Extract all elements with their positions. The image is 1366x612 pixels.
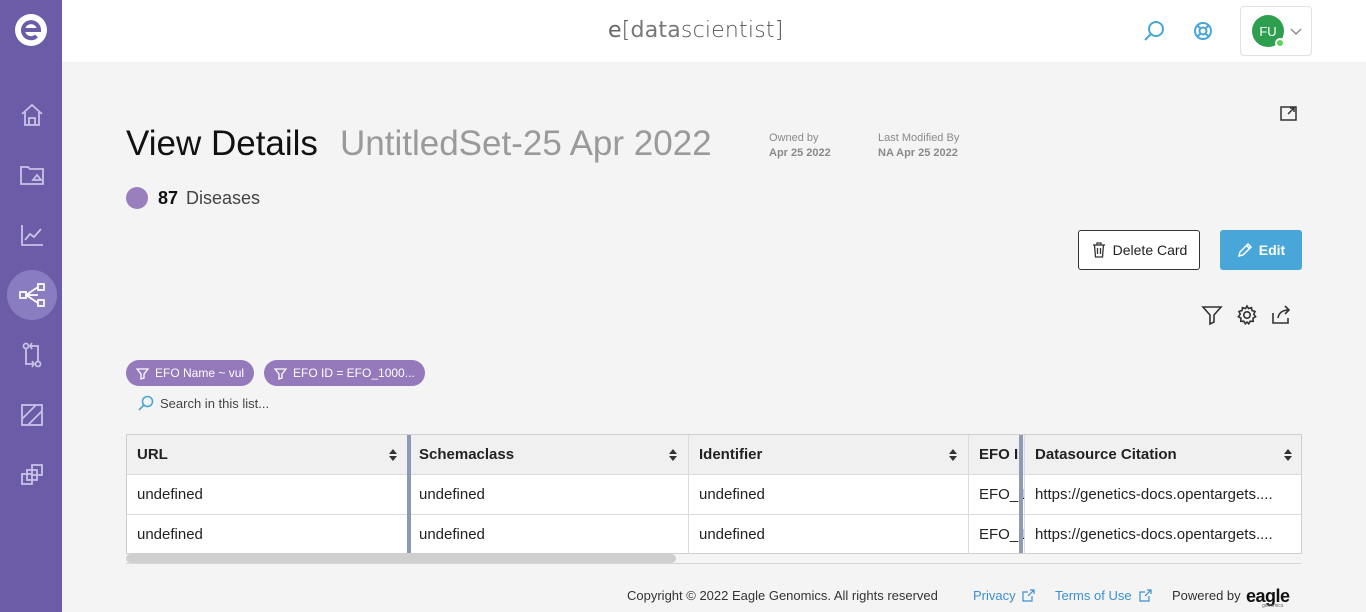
entity-color-dot (126, 187, 148, 209)
table-cell: https://genetics-docs.opentargets.... (1025, 515, 1301, 553)
sidebar-item-library[interactable] (7, 390, 57, 440)
sidebar-item-folder[interactable] (7, 150, 57, 200)
external-link-icon (1139, 589, 1152, 602)
pencil-icon (1237, 242, 1252, 258)
edit-button[interactable]: Edit (1220, 230, 1302, 270)
column-header-label: URL (137, 446, 168, 463)
owned-by-value: Apr 25 2022 (769, 147, 831, 159)
privacy-link[interactable]: Privacy (973, 588, 1016, 603)
frozen-column-divider[interactable] (1019, 435, 1023, 553)
owned-by-label: Owned by (769, 132, 819, 144)
brand-e: e (608, 18, 622, 43)
compare-icon (22, 342, 42, 368)
column-header-label: Schemaclass (419, 446, 515, 463)
share-icon[interactable] (1270, 304, 1292, 326)
table-cell: EFO_1 (969, 515, 1025, 553)
brand-bracket-open: [ (621, 18, 631, 43)
entity-type-label: Diseases (186, 188, 261, 208)
chart-icon (21, 225, 43, 246)
set-name: UntitledSet-25 Apr 2022 (340, 124, 712, 163)
modified-by-label: Last Modified By (878, 132, 960, 144)
table-cell: undefined (689, 515, 969, 553)
table-cell: undefined (127, 475, 409, 515)
sidebar-item-home[interactable] (7, 90, 57, 140)
table-cell: undefined (409, 475, 689, 515)
filter-chip-label: EFO ID = EFO_1000... (293, 366, 415, 380)
table-row[interactable]: undefined undefined undefined EFO_1 http… (127, 515, 1301, 553)
table-cell: undefined (127, 515, 409, 553)
column-header-label: Datasource Citation (1035, 446, 1177, 463)
filter-chip-efo-name[interactable]: EFO Name ~ vul (126, 360, 255, 386)
powered-by-label: Powered by (1172, 588, 1241, 603)
chevron-down-icon (1290, 28, 1302, 35)
search-icon[interactable] (1142, 19, 1166, 43)
delete-card-label: Delete Card (1112, 242, 1188, 258)
terms-link[interactable]: Terms of Use (1055, 588, 1132, 603)
frozen-column-divider[interactable] (407, 435, 411, 553)
table-cell: undefined (689, 475, 969, 515)
table-header-row: URL Schemaclass Identifier EFO I Datasou… (127, 435, 1301, 475)
sort-icon[interactable] (668, 448, 678, 462)
delete-card-button[interactable]: Delete Card (1078, 230, 1200, 270)
column-header-label: EFO I (979, 446, 1019, 463)
filter-icon[interactable] (1201, 304, 1223, 326)
table-cell: https://genetics-docs.opentargets.... (1025, 475, 1301, 515)
sort-icon[interactable] (388, 448, 398, 462)
modified-by-value: NA Apr 25 2022 (878, 147, 958, 159)
copyright-text: Copyright © 2022 Eagle Genomics. All rig… (627, 588, 938, 603)
edit-label: Edit (1258, 242, 1286, 258)
user-menu[interactable]: FU (1240, 6, 1312, 56)
sidebar (0, 0, 62, 612)
column-header-datasource-citation[interactable]: Datasource Citation (1025, 435, 1301, 475)
eagle-genomics-logo-sub: genomics (1262, 603, 1284, 609)
column-header-efo-id[interactable]: EFO I (969, 435, 1025, 475)
page-title: View Details (126, 124, 318, 163)
online-status-icon (1275, 38, 1285, 48)
network-icon (19, 283, 45, 307)
book-icon (21, 404, 43, 426)
filter-icon (274, 367, 287, 380)
sidebar-item-charts[interactable] (7, 210, 57, 260)
column-header-schemaclass[interactable]: Schemaclass (409, 435, 689, 475)
gear-icon[interactable] (1236, 304, 1258, 326)
avatar-initials: FU (1259, 23, 1277, 39)
table-cell: EFO_1 (969, 475, 1025, 515)
brand-data: data (630, 18, 681, 43)
entity-count: 87 (158, 188, 179, 208)
sidebar-item-network[interactable] (7, 270, 57, 320)
external-link-icon (1022, 589, 1035, 602)
sidebar-item-stack[interactable] (7, 450, 57, 500)
top-header: e[datascientist] FU (62, 0, 1366, 62)
search-input[interactable] (160, 393, 460, 413)
search-icon (138, 395, 154, 411)
table-cell: undefined (409, 515, 689, 553)
filter-icon (136, 367, 149, 380)
sidebar-item-compare[interactable] (7, 330, 57, 380)
filter-chip-label: EFO Name ~ vul (155, 366, 245, 380)
filter-chip-efo-id[interactable]: EFO ID = EFO_1000... (264, 360, 425, 386)
brand-bracket-close: ] (774, 18, 784, 43)
expand-icon[interactable] (1279, 103, 1299, 123)
folder-icon (20, 166, 44, 185)
table-row[interactable]: undefined undefined undefined EFO_1 http… (127, 475, 1301, 515)
horizontal-scrollbar[interactable] (126, 554, 676, 563)
data-table: URL Schemaclass Identifier EFO I Datasou… (126, 434, 1302, 554)
horizontal-scroll-track (126, 563, 1302, 564)
trash-icon (1092, 242, 1105, 258)
help-icon[interactable] (1191, 19, 1215, 43)
stack-icon (21, 464, 43, 485)
column-header-url[interactable]: URL (127, 435, 409, 475)
sort-icon[interactable] (948, 448, 958, 462)
column-header-identifier[interactable]: Identifier (689, 435, 969, 475)
brand-logo[interactable]: e[datascientist] (608, 18, 783, 43)
column-header-label: Identifier (699, 446, 763, 463)
home-icon (21, 103, 43, 126)
app-logo-icon[interactable] (14, 13, 48, 47)
brand-scientist: scientist (680, 18, 775, 43)
sort-icon[interactable] (1283, 448, 1293, 462)
